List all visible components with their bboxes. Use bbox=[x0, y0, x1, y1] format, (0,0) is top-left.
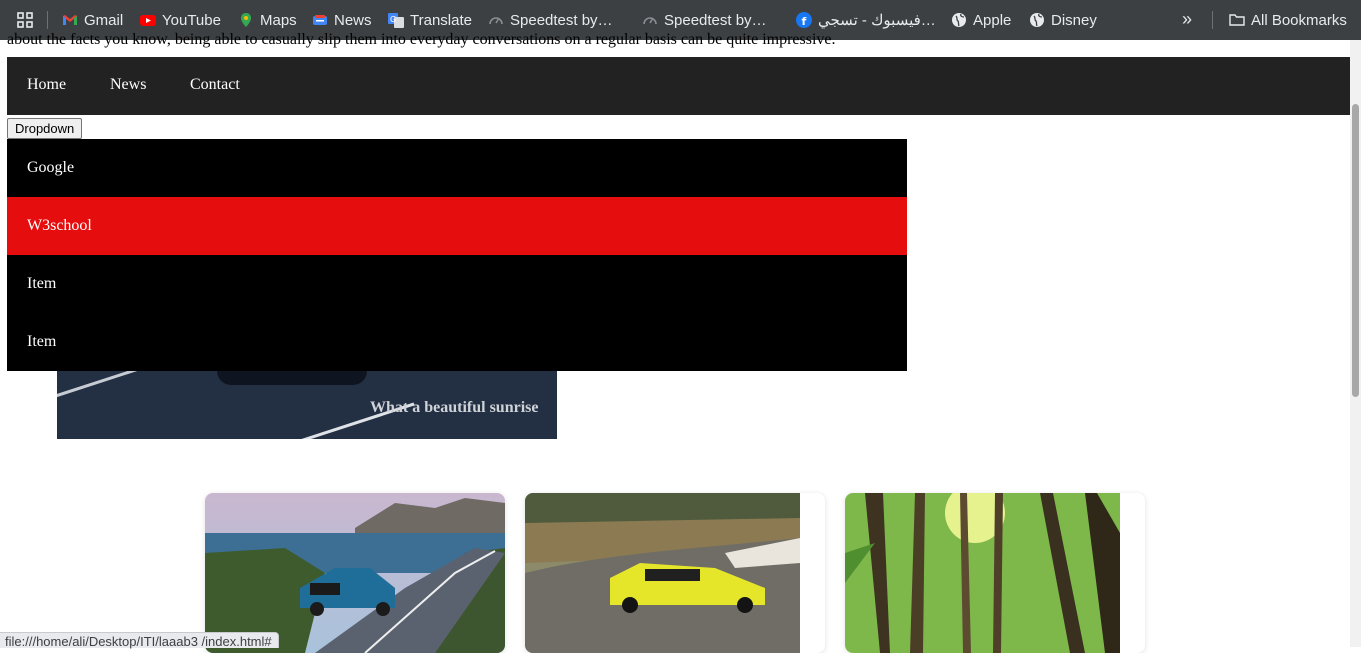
nav-link-contact[interactable]: Contact bbox=[190, 76, 240, 94]
card-car-blue[interactable] bbox=[205, 493, 505, 653]
all-bookmarks-label: All Bookmarks bbox=[1251, 11, 1347, 29]
bookmark-label: News bbox=[334, 11, 372, 29]
dropdown-button[interactable]: Dropdown bbox=[7, 118, 83, 139]
bookmark-label: Disney bbox=[1051, 11, 1097, 29]
maps-icon bbox=[241, 13, 251, 27]
navbar: Home News Contact bbox=[7, 57, 1350, 115]
status-bar-url: file:///home/ali/Desktop/ITI/laaab3 /ind… bbox=[0, 632, 279, 649]
dropdown-item[interactable]: Item bbox=[7, 313, 907, 371]
bookmark-label: Maps bbox=[260, 11, 297, 29]
bookmark-label: Translate bbox=[410, 11, 472, 29]
bookmark-disney[interactable]: Disney bbox=[1029, 0, 1097, 40]
bookmark-label: YouTube bbox=[162, 11, 221, 29]
card-image-forest bbox=[845, 493, 1120, 653]
bookmark-label: Gmail bbox=[84, 11, 124, 29]
globe-icon bbox=[952, 13, 966, 27]
all-bookmarks-button[interactable]: All Bookmarks bbox=[1229, 0, 1347, 40]
svg-text:G: G bbox=[390, 15, 396, 24]
bookmark-label: Apple bbox=[973, 11, 1012, 29]
speedtest-icon bbox=[489, 17, 503, 25]
card-image-yellow-car bbox=[525, 493, 800, 653]
carousel-caption-text: What a beautiful sunrise bbox=[370, 399, 539, 416]
car-silhouette bbox=[217, 371, 367, 385]
intro-paragraph: about the facts you know, being able to … bbox=[7, 31, 836, 48]
bookmark-label: فيسبوك - تسجي… bbox=[818, 12, 936, 29]
speedtest-icon bbox=[643, 17, 657, 25]
vertical-scrollbar[interactable] bbox=[1350, 40, 1361, 647]
card-image-blue-car bbox=[205, 493, 505, 653]
nav-link-news[interactable]: News bbox=[110, 76, 146, 94]
dropdown-item-w3school[interactable]: W3school bbox=[7, 197, 907, 255]
bookmark-label: Speedtest by… bbox=[664, 11, 767, 29]
facebook-icon: f bbox=[796, 12, 812, 28]
bookmark-label: Speedtest by… bbox=[510, 11, 613, 29]
bookmark-apple[interactable]: Apple bbox=[951, 0, 1011, 40]
apps-grid-icon[interactable] bbox=[17, 12, 33, 28]
card-car-yellow[interactable] bbox=[525, 493, 825, 653]
news-icon bbox=[313, 15, 327, 25]
folder-icon bbox=[1229, 14, 1245, 26]
globe-icon bbox=[1030, 13, 1044, 27]
dropdown-menu: Google W3school Item Item bbox=[7, 139, 907, 371]
youtube-icon bbox=[140, 15, 156, 26]
bookmarks-separator bbox=[1212, 11, 1213, 29]
scrollbar-thumb[interactable] bbox=[1352, 104, 1359, 397]
dropdown-item[interactable]: Item bbox=[7, 255, 907, 313]
card-forest[interactable] bbox=[845, 493, 1145, 653]
road-marking bbox=[57, 371, 155, 403]
bookmarks-separator bbox=[47, 11, 48, 29]
gmail-icon bbox=[63, 15, 77, 25]
nav-link-home[interactable]: Home bbox=[27, 76, 66, 94]
bookmarks-overflow-chevron-icon[interactable]: » bbox=[1182, 9, 1192, 30]
dropdown-item-google[interactable]: Google bbox=[7, 139, 907, 197]
translate-icon: G bbox=[388, 13, 404, 28]
svg-text:f: f bbox=[802, 15, 807, 28]
